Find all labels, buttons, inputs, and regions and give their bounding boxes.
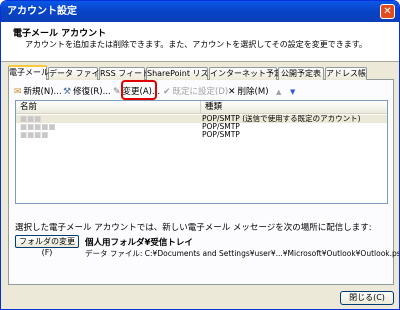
window-title: アカウント設定 bbox=[7, 6, 77, 17]
account-name-redacted: ■■■■ bbox=[20, 130, 49, 139]
account-settings-window: アカウント設定 ✕ 電子メール アカウント アカウントを追加または削除できます。… bbox=[0, 0, 400, 310]
delete-label: 削除(M) bbox=[237, 87, 269, 97]
data-file-path: データ ファイル: C:¥Documents and Settings¥user… bbox=[85, 249, 400, 258]
set-default-label: 既定に設定(D) bbox=[172, 87, 229, 97]
tab-published-calendars[interactable]: 公開予定表 bbox=[278, 67, 324, 80]
account-type: POP/SMTP bbox=[202, 130, 240, 139]
account-list[interactable]: 名前 種類 ■■■ POP/SMTP (送信で使用する既定のアカウント) ■■■… bbox=[15, 100, 388, 204]
move-down-icon[interactable]: ▼ bbox=[290, 85, 295, 99]
column-header-name[interactable]: 名前 bbox=[16, 101, 200, 114]
delete-button[interactable]: ✕ 削除(M) bbox=[228, 85, 269, 99]
new-button[interactable]: ✉ 新規(N)... bbox=[14, 85, 62, 99]
tab-email[interactable]: 電子メール bbox=[8, 65, 49, 80]
change-icon: ✎ bbox=[113, 87, 121, 97]
change-button-highlight bbox=[121, 80, 157, 100]
tab-data-files[interactable]: データ ファイル bbox=[48, 67, 108, 80]
header-subtitle: アカウントを追加または削除できます。また、アカウントを選択してその設定を変更でき… bbox=[25, 40, 367, 49]
move-up-icon[interactable]: ▲ bbox=[276, 85, 281, 99]
check-icon: ✔ bbox=[163, 87, 171, 97]
repair-label: 修復(R)... bbox=[73, 87, 111, 97]
new-label: 新規(N)... bbox=[23, 87, 62, 97]
window-close-button[interactable]: ✕ bbox=[380, 4, 395, 19]
close-button[interactable]: 閉じる(C) bbox=[340, 291, 394, 305]
change-folder-button[interactable]: フォルダの変更(F) bbox=[15, 235, 79, 257]
delete-x-icon: ✕ bbox=[228, 87, 236, 97]
title-bar: アカウント設定 ✕ bbox=[1, 1, 399, 22]
tab-address-books[interactable]: アドレス帳 bbox=[325, 67, 367, 80]
tab-rss-feeds[interactable]: RSS フィード bbox=[99, 67, 150, 80]
repair-button[interactable]: ⚒ 修復(R)... bbox=[63, 85, 111, 99]
tab-internet-calendars[interactable]: インターネット予定表 bbox=[209, 67, 290, 80]
account-row[interactable]: ■■■■ POP/SMTP bbox=[16, 131, 387, 139]
header-area: 電子メール アカウント アカウントを追加または削除できます。また、アカウントを選… bbox=[1, 22, 399, 62]
column-header-type[interactable]: 種類 bbox=[200, 101, 387, 114]
delivery-folder-name: 個人用フォルダ¥受信トレイ bbox=[85, 238, 193, 248]
header-title: 電子メール アカウント bbox=[13, 29, 107, 39]
set-default-button[interactable]: ✔ 既定に設定(D) bbox=[163, 85, 228, 99]
delivery-info-text: 選択した電子メール アカウントでは、新しい電子メール メッセージを次の場所に配信… bbox=[15, 223, 372, 233]
repair-icon: ⚒ bbox=[63, 87, 72, 97]
new-mail-icon: ✉ bbox=[14, 87, 22, 97]
tab-sharepoint-lists[interactable]: SharePoint リスト bbox=[146, 67, 217, 80]
